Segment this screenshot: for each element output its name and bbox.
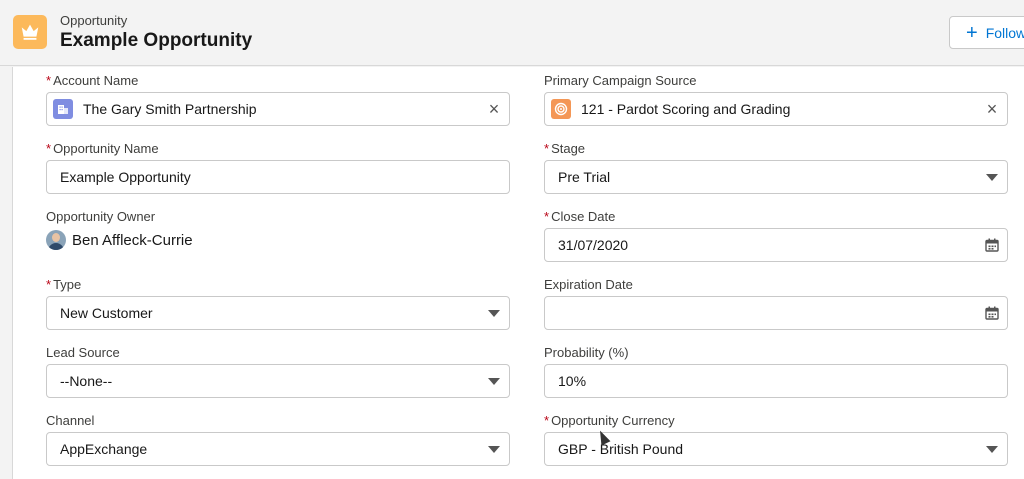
channel-value: AppExchange <box>60 441 148 457</box>
probability-value: 10% <box>558 373 587 389</box>
close-icon: × <box>488 99 500 119</box>
opportunity-currency-value: GBP - British Pound <box>558 441 684 457</box>
stage-value: Pre Trial <box>558 169 611 185</box>
record-title: Example Opportunity <box>60 30 253 51</box>
lead-source-select[interactable]: --None-- <box>46 364 510 398</box>
lead-source-label: Lead Source <box>46 345 120 360</box>
expiration-date-picker-button[interactable] <box>977 306 1007 320</box>
chevron-down-icon <box>488 445 500 453</box>
object-type-label: Opportunity <box>60 13 128 28</box>
opportunity-owner[interactable]: Ben Affleck-Currie <box>46 230 193 250</box>
account-name-value: The Gary Smith Partnership <box>83 101 257 117</box>
campaign-icon <box>551 99 571 119</box>
opportunity-name-input[interactable]: Example Opportunity <box>46 160 510 194</box>
clear-account-button[interactable]: × <box>479 100 509 118</box>
close-date-input[interactable]: 31/07/2020 <box>544 228 1008 262</box>
record-header: Opportunity Example Opportunity + Follow <box>0 0 1024 66</box>
stage-select[interactable]: Pre Trial <box>544 160 1008 194</box>
probability-input[interactable]: 10% <box>544 364 1008 398</box>
follow-button[interactable]: + Follow <box>949 16 1024 49</box>
close-date-label: * Close Date <box>544 209 616 224</box>
clear-campaign-button[interactable]: × <box>977 100 1007 118</box>
close-date-value: 31/07/2020 <box>558 237 629 253</box>
opportunity-name-label: * Opportunity Name <box>46 141 159 156</box>
opportunity-owner-value[interactable]: Ben Affleck-Currie <box>72 232 193 249</box>
calendar-icon <box>985 238 999 252</box>
close-date-picker-button[interactable] <box>977 238 1007 252</box>
probability-label: Probability (%) <box>544 345 629 360</box>
type-label: * Type <box>46 277 82 292</box>
opportunity-currency-label: * Opportunity Currency <box>544 413 675 428</box>
chevron-down-icon <box>986 445 998 453</box>
chevron-down-icon <box>986 173 998 181</box>
primary-campaign-source-lookup[interactable]: 121 - Pardot Scoring and Grading × <box>544 92 1008 126</box>
stage-label: * Stage <box>544 141 586 156</box>
chevron-down-icon <box>488 309 500 317</box>
account-icon <box>53 99 73 119</box>
avatar <box>46 230 66 250</box>
expiration-date-input[interactable] <box>544 296 1008 330</box>
lead-source-value: --None-- <box>60 373 113 389</box>
account-name-label: * Account Name <box>46 73 139 88</box>
expiration-date-label: Expiration Date <box>544 277 633 292</box>
primary-campaign-source-label: Primary Campaign Source <box>544 73 697 88</box>
type-value: New Customer <box>60 305 153 321</box>
channel-select[interactable]: AppExchange <box>46 432 510 466</box>
opportunity-name-value: Example Opportunity <box>60 169 191 185</box>
calendar-icon <box>985 306 999 320</box>
plus-icon: + <box>966 21 978 44</box>
channel-label: Channel <box>46 413 95 428</box>
account-name-lookup[interactable]: The Gary Smith Partnership × <box>46 92 510 126</box>
type-select[interactable]: New Customer <box>46 296 510 330</box>
follow-button-label: Follow <box>985 24 1024 41</box>
opportunity-currency-select[interactable]: GBP - British Pound <box>544 432 1008 466</box>
edit-form-panel <box>12 67 1024 479</box>
crown-icon <box>13 15 47 49</box>
close-icon: × <box>986 99 998 119</box>
chevron-down-icon <box>488 377 500 385</box>
primary-campaign-source-value: 121 - Pardot Scoring and Grading <box>581 101 791 117</box>
opportunity-owner-label: Opportunity Owner <box>46 209 156 224</box>
